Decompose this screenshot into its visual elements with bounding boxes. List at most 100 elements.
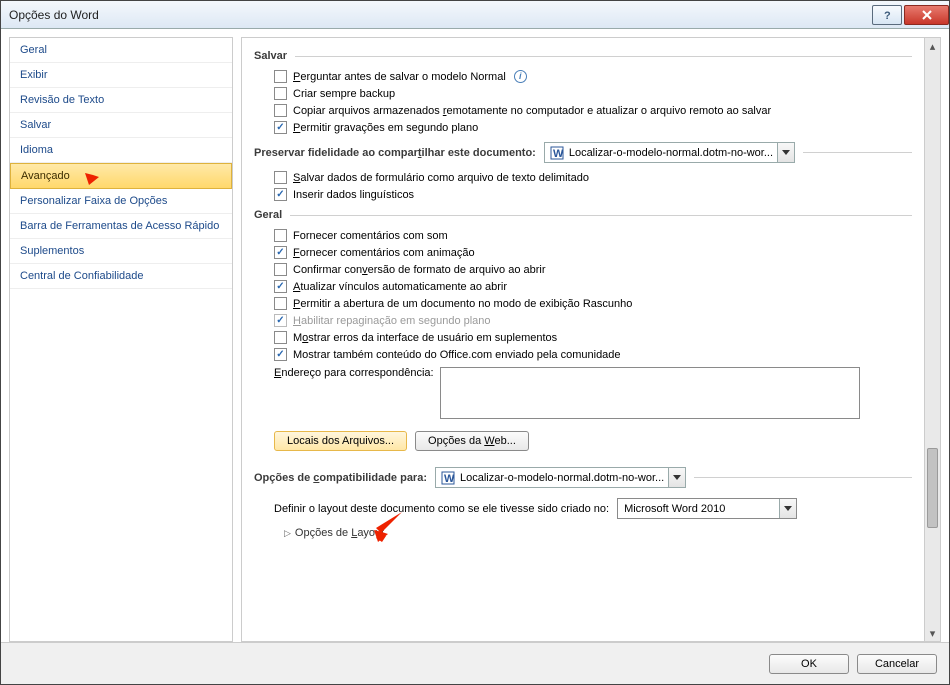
titlebar: Opções do Word ? bbox=[1, 1, 949, 29]
section-geral-title: Geral bbox=[254, 209, 282, 221]
document-name: Localizar-o-modelo-normal.dotm-no-wor... bbox=[460, 472, 668, 484]
scroll-down-arrow-icon[interactable]: ▾ bbox=[925, 625, 940, 641]
option-label: Permitir gravações em segundo plano bbox=[293, 122, 478, 134]
option-mostrar-conteudo-officecom[interactable]: Mostrar também conteúdo do Office.com en… bbox=[266, 346, 912, 363]
svg-text:W: W bbox=[444, 473, 455, 485]
preservar-document-select[interactable]: W Localizar-o-modelo-normal.dotm-no-wor.… bbox=[544, 142, 795, 163]
opcoes-layout-expander[interactable]: ▷ Opções de Layout bbox=[266, 523, 912, 543]
sidebar-item-revisao[interactable]: Revisão de Texto bbox=[10, 88, 232, 113]
window-controls: ? bbox=[870, 5, 949, 25]
option-habilitar-repaginacao: Habilitar repaginação em segundo plano bbox=[266, 312, 912, 329]
option-label: Atualizar vínculos automaticamente ao ab… bbox=[293, 281, 507, 293]
option-label: Fornecer comentários com animação bbox=[293, 247, 475, 259]
section-preservar-title: Preservar fidelidade ao compartilhar est… bbox=[254, 147, 536, 159]
sidebar-item-avancado[interactable]: Avançado bbox=[10, 163, 232, 189]
scrollbar-thumb[interactable] bbox=[927, 448, 938, 528]
section-compat-header: Opções de compatibilidade para: W Locali… bbox=[254, 467, 912, 488]
vertical-scrollbar[interactable]: ▴ ▾ bbox=[924, 38, 940, 641]
checkbox-icon bbox=[274, 297, 287, 310]
option-copiar-remotos[interactable]: Copiar arquivos armazenados remotamente … bbox=[266, 102, 912, 119]
checkbox-icon bbox=[274, 348, 287, 361]
option-label: Copiar arquivos armazenados remotamente … bbox=[293, 105, 771, 117]
option-mostrar-erros-suplementos[interactable]: Mostrar erros da interface de usuário em… bbox=[266, 329, 912, 346]
option-perguntar-salvar-modelo[interactable]: Perguntar antes de salvar o modelo Norma… bbox=[266, 68, 912, 85]
sidebar-item-central-confiabilidade[interactable]: Central de Confiabilidade bbox=[10, 264, 232, 289]
sidebar-item-salvar[interactable]: Salvar bbox=[10, 113, 232, 138]
sidebar-item-geral[interactable]: Geral bbox=[10, 38, 232, 63]
locais-arquivos-button[interactable]: Locais dos Arquivos... bbox=[274, 431, 407, 451]
option-salvar-dados-formulario[interactable]: Salvar dados de formulário como arquivo … bbox=[266, 169, 912, 186]
checkbox-icon bbox=[274, 104, 287, 117]
dropdown-arrow-icon bbox=[779, 499, 796, 518]
endereco-textarea[interactable] bbox=[440, 367, 860, 419]
option-atualizar-vinculos[interactable]: Atualizar vínculos automaticamente ao ab… bbox=[266, 278, 912, 295]
svg-text:?: ? bbox=[884, 10, 891, 21]
expand-triangle-icon: ▷ bbox=[284, 528, 291, 539]
sidebar-item-exibir[interactable]: Exibir bbox=[10, 63, 232, 88]
checkbox-icon bbox=[274, 229, 287, 242]
option-label: Permitir a abertura de um documento no m… bbox=[293, 298, 632, 310]
checkbox-icon bbox=[274, 246, 287, 259]
sidebar-item-barra-acesso-rapido[interactable]: Barra de Ferramentas de Acesso Rápido bbox=[10, 214, 232, 239]
options-sidebar: Geral Exibir Revisão de Texto Salvar Idi… bbox=[9, 37, 233, 642]
checkbox-icon bbox=[274, 121, 287, 134]
compat-document-select[interactable]: W Localizar-o-modelo-normal.dotm-no-wor.… bbox=[435, 467, 686, 488]
cancel-button[interactable]: Cancelar bbox=[857, 654, 937, 674]
option-label: Mostrar também conteúdo do Office.com en… bbox=[293, 349, 621, 361]
checkbox-icon bbox=[274, 314, 287, 327]
checkbox-icon bbox=[274, 87, 287, 100]
word-document-icon: W bbox=[549, 145, 565, 161]
ok-button[interactable]: OK bbox=[769, 654, 849, 674]
section-preservar-header: Preservar fidelidade ao compartilhar est… bbox=[254, 142, 912, 163]
word-document-icon: W bbox=[440, 470, 456, 486]
select-value: Microsoft Word 2010 bbox=[618, 503, 779, 515]
checkbox-icon bbox=[274, 171, 287, 184]
button-label: Locais dos Arquivos... bbox=[287, 435, 394, 447]
sidebar-item-suplementos[interactable]: Suplementos bbox=[10, 239, 232, 264]
option-confirmar-conversao[interactable]: Confirmar conversão de formato de arquiv… bbox=[266, 261, 912, 278]
checkbox-icon bbox=[274, 280, 287, 293]
option-comentarios-som[interactable]: Fornecer comentários com som bbox=[266, 227, 912, 244]
option-label: Inserir dados linguísticos bbox=[293, 189, 414, 201]
scroll-up-arrow-icon[interactable]: ▴ bbox=[925, 38, 940, 54]
layout-definition-row: Definir o layout deste documento como se… bbox=[266, 494, 912, 523]
option-label: Perguntar antes de salvar o modelo Norma… bbox=[293, 71, 506, 83]
option-label: Criar sempre backup bbox=[293, 88, 395, 100]
section-salvar-header: Salvar bbox=[254, 50, 912, 62]
button-label: Opções da Web... bbox=[428, 435, 516, 447]
close-button[interactable] bbox=[904, 5, 949, 25]
option-inserir-dados-linguisticos[interactable]: Inserir dados linguísticos bbox=[266, 186, 912, 203]
dropdown-arrow-icon bbox=[777, 143, 794, 162]
content-scroll-area[interactable]: Salvar Perguntar antes de salvar o model… bbox=[242, 38, 924, 641]
checkbox-icon bbox=[274, 188, 287, 201]
geral-button-row: Locais dos Arquivos... Opções da Web... bbox=[266, 423, 912, 461]
layout-version-select[interactable]: Microsoft Word 2010 bbox=[617, 498, 797, 519]
option-label: Mostrar erros da interface de usuário em… bbox=[293, 332, 557, 344]
option-label: Habilitar repaginação em segundo plano bbox=[293, 315, 491, 327]
section-compat-title: Opções de compatibilidade para: bbox=[254, 472, 427, 484]
sidebar-item-idioma[interactable]: Idioma bbox=[10, 138, 232, 163]
option-permitir-gravacoes[interactable]: Permitir gravações em segundo plano bbox=[266, 119, 912, 136]
sidebar-item-personalizar-faixa[interactable]: Personalizar Faixa de Opções bbox=[10, 189, 232, 214]
option-criar-backup[interactable]: Criar sempre backup bbox=[266, 85, 912, 102]
option-comentarios-animacao[interactable]: Fornecer comentários com animação bbox=[266, 244, 912, 261]
content-panel: Salvar Perguntar antes de salvar o model… bbox=[241, 37, 941, 642]
endereco-label: Endereço para correspondência: bbox=[274, 367, 434, 379]
document-name: Localizar-o-modelo-normal.dotm-no-wor... bbox=[569, 147, 777, 159]
help-icon: ? bbox=[881, 9, 893, 21]
opcoes-web-button[interactable]: Opções da Web... bbox=[415, 431, 529, 451]
expander-label: Opções de Layout bbox=[295, 527, 384, 539]
layout-label: Definir o layout deste documento como se… bbox=[274, 503, 609, 515]
option-label: Confirmar conversão de formato de arquiv… bbox=[293, 264, 546, 276]
help-button[interactable]: ? bbox=[872, 5, 902, 25]
endereco-correspondencia-row: Endereço para correspondência: bbox=[266, 363, 912, 423]
checkbox-icon bbox=[274, 331, 287, 344]
dialog-footer: OK Cancelar bbox=[1, 642, 949, 684]
section-salvar-title: Salvar bbox=[254, 50, 287, 62]
word-options-dialog: Opções do Word ? Geral Exibir Revisão de… bbox=[0, 0, 950, 685]
option-abertura-rascunho[interactable]: Permitir a abertura de um documento no m… bbox=[266, 295, 912, 312]
svg-text:W: W bbox=[553, 148, 564, 160]
option-label: Fornecer comentários com som bbox=[293, 230, 448, 242]
info-icon[interactable]: i bbox=[514, 70, 527, 83]
close-icon bbox=[921, 9, 933, 21]
